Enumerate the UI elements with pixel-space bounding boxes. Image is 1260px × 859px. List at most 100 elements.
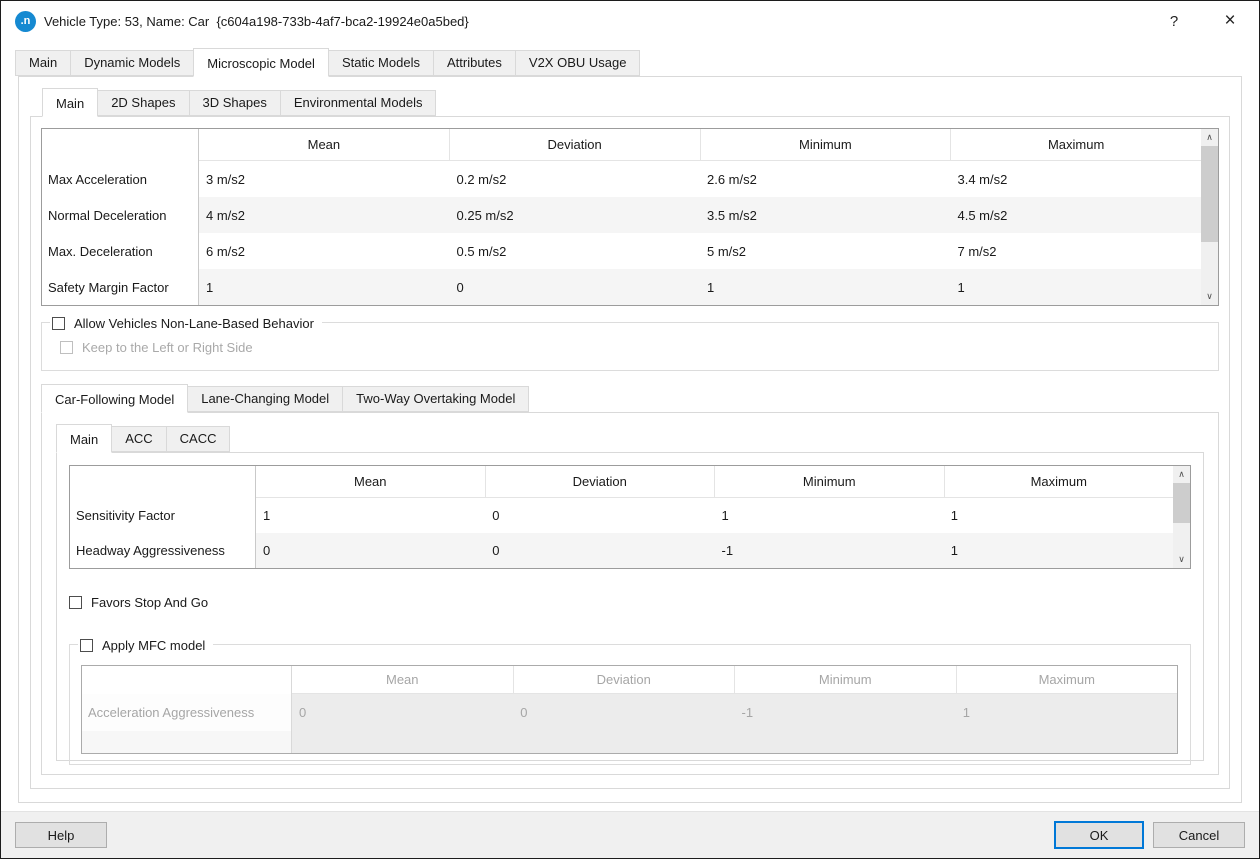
tab-main[interactable]: Main	[15, 50, 71, 76]
table-cell[interactable]: 1	[700, 269, 951, 305]
aimsun-logo-icon: .n	[15, 11, 36, 32]
table-cell[interactable]: 1	[715, 498, 944, 533]
table-cell: -1	[735, 694, 956, 731]
tab-two-way-overtaking-model[interactable]: Two-Way Overtaking Model	[342, 386, 529, 412]
table-cell: 1	[956, 694, 1177, 731]
table-cell[interactable]: 7 m/s2	[951, 233, 1202, 269]
table-cell[interactable]: 3 m/s2	[199, 161, 450, 197]
table-row: Headway Aggressiveness 0 0 -1 1	[70, 533, 1173, 568]
tab-acc[interactable]: ACC	[111, 426, 166, 452]
column-header-minimum: Minimum	[734, 666, 956, 694]
table-row: Acceleration Aggressiveness 0 0 -1 1	[82, 694, 1177, 731]
row-label: Max. Deceleration	[42, 233, 199, 269]
table-cell[interactable]: 5 m/s2	[700, 233, 951, 269]
vertical-scrollbar[interactable]: ∧ ∨	[1201, 129, 1218, 305]
table-row: Sensitivity Factor 1 0 1 1	[70, 498, 1173, 533]
table-cell[interactable]: 1	[944, 533, 1173, 568]
table-cell[interactable]: 1	[199, 269, 450, 305]
car-following-tab-bar: Main ACC CACC	[56, 425, 1204, 452]
column-header-minimum: Minimum	[700, 129, 951, 161]
non-lane-based-group: Allow Vehicles Non-Lane-Based Behavior K…	[41, 322, 1219, 371]
scroll-up-icon[interactable]: ∧	[1201, 129, 1218, 146]
tab-environmental-models[interactable]: Environmental Models	[280, 90, 437, 116]
column-header-minimum: Minimum	[714, 466, 944, 498]
table-cell[interactable]: -1	[715, 533, 944, 568]
tab-3d-shapes[interactable]: 3D Shapes	[189, 90, 281, 116]
table-cell[interactable]: 6 m/s2	[199, 233, 450, 269]
window-help-button[interactable]: ?	[1161, 9, 1187, 33]
microscopic-model-pane: Main 2D Shapes 3D Shapes Environmental M…	[18, 76, 1242, 803]
title-bar: .n Vehicle Type: 53, Name: Car {c604a198…	[1, 1, 1259, 41]
tab-2d-shapes[interactable]: 2D Shapes	[97, 90, 189, 116]
microscopic-tab-bar: Main 2D Shapes 3D Shapes Environmental M…	[42, 89, 1230, 116]
table-cell[interactable]: 1	[944, 498, 1173, 533]
scrollbar-thumb[interactable]	[1173, 483, 1190, 523]
checkbox-label: Favors Stop And Go	[91, 595, 208, 610]
column-header-maximum: Maximum	[944, 466, 1174, 498]
table-cell[interactable]: 0	[256, 533, 485, 568]
checkbox-box[interactable]	[52, 317, 65, 330]
table-cell[interactable]: 4.5 m/s2	[951, 197, 1202, 233]
help-button[interactable]: Help	[15, 822, 107, 848]
row-label: Sensitivity Factor	[70, 498, 256, 533]
row-label: Normal Deceleration	[42, 197, 199, 233]
scroll-down-icon[interactable]: ∨	[1173, 551, 1190, 568]
scroll-down-icon[interactable]: ∨	[1201, 288, 1218, 305]
table-cell[interactable]: 0.25 m/s2	[450, 197, 701, 233]
table-header-row: Mean Deviation Minimum Maximum	[70, 466, 1173, 498]
tab-car-following-model[interactable]: Car-Following Model	[41, 384, 188, 413]
scrollbar-thumb[interactable]	[1201, 146, 1218, 242]
checkbox-apply-mfc-model[interactable]: Apply MFC model	[80, 638, 205, 653]
table-cell[interactable]: 2.6 m/s2	[700, 161, 951, 197]
tab-v2x-obu-usage[interactable]: V2X OBU Usage	[515, 50, 641, 76]
column-header-mean: Mean	[256, 466, 485, 498]
mfc-table: Mean Deviation Minimum Maximum Accelerat…	[81, 665, 1178, 754]
table-cell[interactable]: 0	[450, 269, 701, 305]
checkbox-keep-left-right: Keep to the Left or Right Side	[60, 340, 1218, 355]
table-cell[interactable]: 0	[485, 498, 714, 533]
column-header-mean: Mean	[199, 129, 449, 161]
table-cell[interactable]: 3.5 m/s2	[700, 197, 951, 233]
table-cell[interactable]: 0.2 m/s2	[450, 161, 701, 197]
table-cell[interactable]: 1	[256, 498, 485, 533]
table-cell[interactable]: 3.4 m/s2	[951, 161, 1202, 197]
table-cell[interactable]: 4 m/s2	[199, 197, 450, 233]
table-cell[interactable]: 0	[485, 533, 714, 568]
checkbox-label: Allow Vehicles Non-Lane-Based Behavior	[74, 316, 314, 331]
tab-micro-main[interactable]: Main	[42, 88, 98, 117]
tab-dynamic-models[interactable]: Dynamic Models	[70, 50, 194, 76]
column-header-mean: Mean	[292, 666, 513, 694]
checkbox-box[interactable]	[80, 639, 93, 652]
ok-button[interactable]: OK	[1054, 821, 1144, 849]
cf-main-pane: Mean Deviation Minimum Maximum Sensitivi…	[56, 452, 1204, 761]
row-label: Max Acceleration	[42, 161, 199, 197]
checkbox-favors-stop-and-go[interactable]: Favors Stop And Go	[69, 595, 1191, 610]
vehicle-type-dialog: .n Vehicle Type: 53, Name: Car {c604a198…	[0, 0, 1260, 859]
row-label: Acceleration Aggressiveness	[82, 694, 292, 731]
checkbox-allow-non-lane-based[interactable]: Allow Vehicles Non-Lane-Based Behavior	[52, 316, 314, 331]
vertical-scrollbar[interactable]: ∧ ∨	[1173, 466, 1190, 568]
tab-attributes[interactable]: Attributes	[433, 50, 516, 76]
parameters-table: Mean Deviation Minimum Maximum Max Accel…	[41, 128, 1219, 306]
table-row: Max Acceleration 3 m/s2 0.2 m/s2 2.6 m/s…	[42, 161, 1201, 197]
header-spacer	[82, 666, 292, 694]
tab-microscopic-model[interactable]: Microscopic Model	[193, 48, 329, 77]
checkbox-label: Keep to the Left or Right Side	[82, 340, 253, 355]
checkbox-box	[60, 341, 73, 354]
table-cell: 0	[513, 694, 734, 731]
scroll-up-icon[interactable]: ∧	[1173, 466, 1190, 483]
checkbox-box[interactable]	[69, 596, 82, 609]
table-cell[interactable]: 0.5 m/s2	[450, 233, 701, 269]
tab-static-models[interactable]: Static Models	[328, 50, 434, 76]
row-label: Safety Margin Factor	[42, 269, 199, 305]
tab-cacc[interactable]: CACC	[166, 426, 231, 452]
column-header-maximum: Maximum	[950, 129, 1201, 161]
table-header-row: Mean Deviation Minimum Maximum	[42, 129, 1201, 161]
tab-lane-changing-model[interactable]: Lane-Changing Model	[187, 386, 343, 412]
close-icon[interactable]: ×	[1217, 9, 1243, 33]
table-cell[interactable]: 1	[951, 269, 1202, 305]
table-row: Normal Deceleration 4 m/s2 0.25 m/s2 3.5…	[42, 197, 1201, 233]
cancel-button[interactable]: Cancel	[1153, 822, 1245, 848]
window-title: Vehicle Type: 53, Name: Car {c604a198-73…	[44, 14, 469, 29]
tab-cf-main[interactable]: Main	[56, 424, 112, 453]
